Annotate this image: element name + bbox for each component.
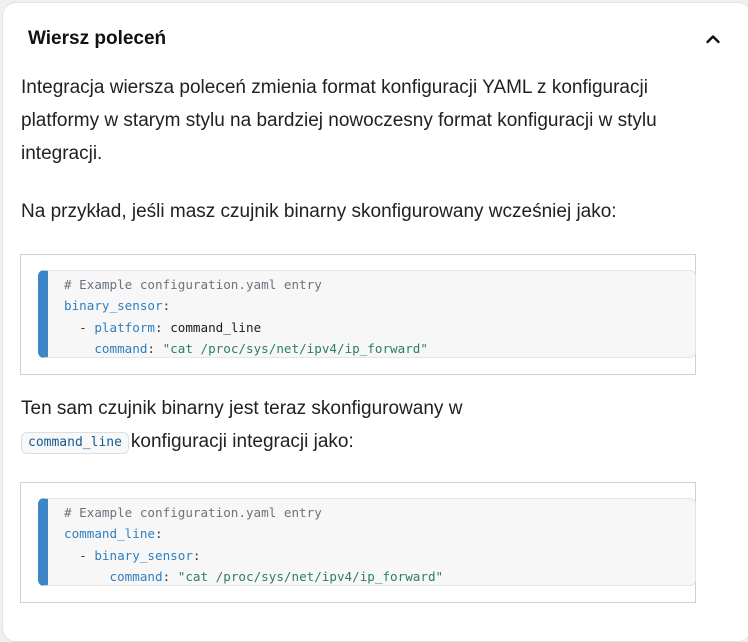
code-colon: :	[147, 340, 163, 356]
code-value: command_line	[170, 319, 262, 335]
code-line: - platform: command_line	[64, 317, 695, 338]
code-colon: :	[155, 526, 163, 542]
code-line: # Example configuration.yaml entry	[64, 502, 695, 523]
code-colon: :	[192, 547, 201, 563]
code-colon: :	[162, 568, 178, 584]
example-lead-paragraph: Na przykład, jeśli masz czujnik binarny …	[21, 201, 617, 222]
code-block-old: # Example configuration.yaml entry binary…	[38, 270, 696, 358]
code-comment: # Example configuration.yaml entry	[64, 277, 322, 292]
intro-paragraph: Integracja wiersza poleceń zmienia forma…	[21, 77, 657, 164]
code-block-new: # Example configuration.yaml entry comman…	[38, 498, 696, 586]
code-string: "cat /proc/sys/net/ipv4/ip_forward"	[162, 340, 428, 356]
inline-code-command-line: command_line	[21, 432, 129, 454]
code-colon: :	[162, 298, 171, 314]
code-example-new-frame: # Example configuration.yaml entry comman…	[20, 482, 696, 603]
code-string: "cat /proc/sys/net/ipv4/ip_forward"	[177, 568, 444, 584]
code-colon: :	[155, 319, 171, 335]
code-example-old-frame: # Example configuration.yaml entry binary…	[20, 254, 696, 375]
code-comment: # Example configuration.yaml entry	[64, 505, 322, 520]
code-line: - binary_sensor:	[64, 545, 695, 566]
section-title: Wiersz poleceń	[28, 28, 167, 49]
chevron-up-icon[interactable]	[703, 29, 723, 49]
now-suffix-text: konfiguracji integracji jako:	[130, 431, 354, 452]
collapsible-card: Wiersz poleceń Integracja wiersza polece…	[2, 2, 748, 642]
now-configured-paragraph: Ten sam czujnik binarny jest teraz skonf…	[21, 392, 721, 458]
code-dash: -	[64, 547, 95, 563]
section-header[interactable]: Wiersz poleceń	[3, 3, 747, 69]
code-key: binary_sensor	[94, 547, 193, 563]
code-line: # Example configuration.yaml entry	[64, 274, 695, 295]
code-key: command	[94, 340, 148, 356]
code-key: platform	[94, 319, 156, 335]
code-line: binary_sensor:	[64, 295, 695, 316]
code-key: command	[109, 568, 163, 584]
code-key: binary_sensor	[64, 298, 163, 314]
now-prefix-text: Ten sam czujnik binarny jest teraz skonf…	[21, 398, 463, 419]
code-key: command_line	[64, 526, 155, 542]
code-line: command: "cat /proc/sys/net/ipv4/ip_forw…	[64, 338, 695, 359]
code-line: command_line:	[64, 523, 695, 544]
code-line: command: "cat /proc/sys/net/ipv4/ip_forw…	[64, 566, 695, 587]
code-dash: -	[64, 319, 95, 335]
